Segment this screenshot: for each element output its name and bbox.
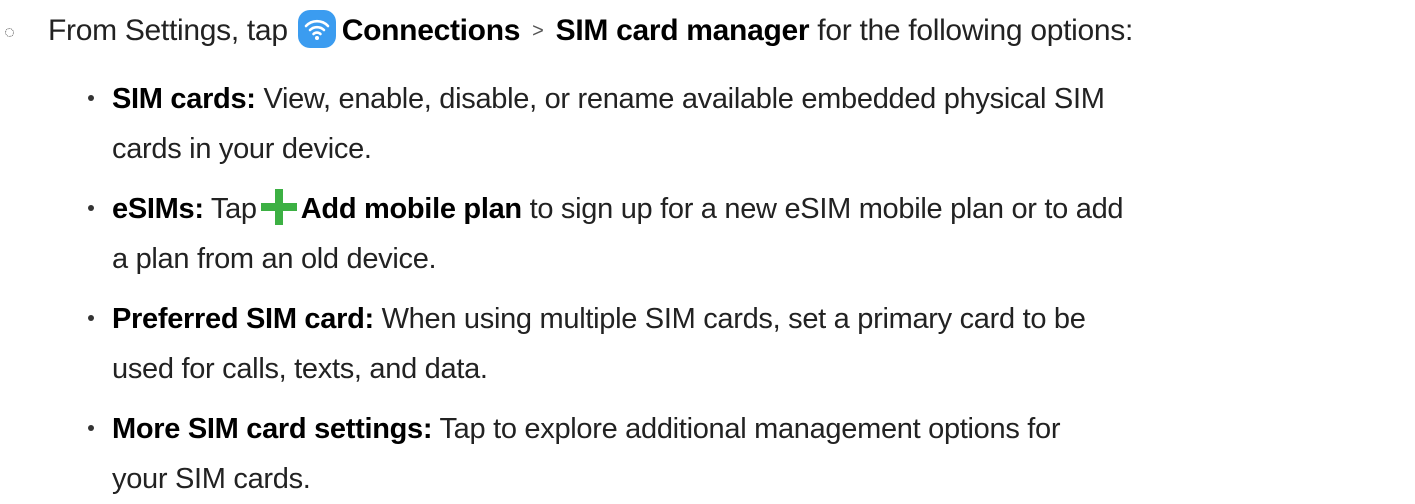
term-sim-cards: SIM cards:: [112, 83, 256, 115]
list-item-line: Preferred SIM card: When using multiple …: [112, 294, 1086, 344]
add-mobile-plan-label: Add mobile plan: [300, 193, 522, 225]
bullet-dot: [88, 425, 94, 431]
intro-suffix: for the following options:: [817, 14, 1134, 47]
bullet-dot: [88, 205, 94, 211]
plus-icon: [260, 189, 297, 225]
list-item-line: eSIMs: Tap Add mobile plan to sign up for…: [112, 184, 1124, 234]
description-continuation: used for calls, texts, and data.: [112, 353, 488, 385]
sim-card-manager-label: SIM card manager: [555, 14, 810, 47]
connections-label: Connections: [341, 14, 521, 47]
description-continuation: cards in your device.: [112, 133, 372, 165]
description-continuation: a plan from an old device.: [112, 243, 437, 275]
description-line: View, enable, disable, or rename availab…: [263, 83, 1105, 115]
list-item-line: More SIM card settings: Tap to explore a…: [112, 404, 1061, 454]
description-line: to sign up for a new eSIM mobile plan or…: [529, 193, 1124, 225]
tap-text: Tap: [210, 193, 257, 225]
intro-prefix: From Settings, tap: [48, 14, 288, 47]
description-line: When using multiple SIM cards, set a pri…: [381, 303, 1086, 335]
bullet-dot: [88, 95, 94, 101]
description-line: Tap to explore additional management opt…: [439, 413, 1061, 445]
bullet-dot: [88, 315, 94, 321]
wifi-icon: [297, 10, 336, 48]
intro-line: From Settings, tap Connections > SIM car…: [0, 6, 1415, 56]
term-more-sim-card-settings: More SIM card settings:: [112, 413, 433, 445]
intro-text: From Settings, tap Connections > SIM car…: [48, 6, 1133, 56]
list-item-line: SIM cards: View, enable, disable, or ren…: [112, 74, 1105, 124]
intro-bullet: [5, 28, 14, 37]
breadcrumb-separator: >: [532, 20, 544, 42]
instructions-document: From Settings, tap Connections > SIM car…: [0, 0, 1415, 497]
term-preferred-sim-card: Preferred SIM card:: [112, 303, 374, 335]
term-esims: eSIMs:: [112, 193, 204, 225]
